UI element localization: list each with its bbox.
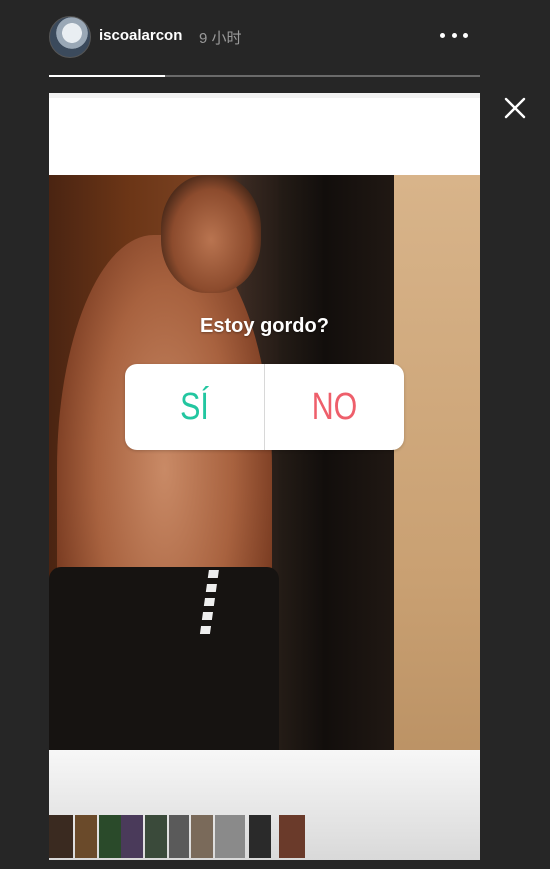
story-progress-track [49, 75, 480, 77]
story-frame[interactable]: Estoy gordo? SÍ NO [49, 93, 480, 860]
thumbnail-item[interactable] [279, 815, 305, 858]
thumbnail-item[interactable] [49, 815, 73, 858]
story-progress-fill [49, 75, 166, 77]
dot [440, 32, 445, 38]
timestamp: 9 小时 [199, 30, 242, 47]
poll-option-yes[interactable]: SÍ [139, 364, 250, 450]
photo-wall [379, 175, 480, 850]
dot [463, 32, 468, 38]
thumbnail-item[interactable] [249, 815, 271, 858]
story-header: iscoalarcon 9 小时 [49, 14, 480, 58]
thumbnail-item[interactable] [169, 815, 189, 858]
thumbnail-item[interactable] [121, 815, 143, 858]
story-photo [49, 175, 480, 850]
thumbnail-item[interactable] [191, 815, 213, 858]
photo-person-head [161, 175, 261, 293]
more-options-icon[interactable] [440, 26, 468, 44]
close-button[interactable] [503, 96, 527, 120]
poll-option-no[interactable]: NO [279, 364, 390, 450]
close-icon [504, 97, 526, 119]
thumbnail-strip [49, 815, 480, 860]
avatar[interactable] [49, 16, 91, 58]
username[interactable]: iscoalarcon [99, 27, 182, 44]
poll-sticker: SÍ NO [125, 364, 404, 450]
thumbnail-item[interactable] [145, 815, 167, 858]
thumbnail-item[interactable] [75, 815, 97, 858]
story-topbar [49, 93, 480, 98]
story-viewer: iscoalarcon 9 小时 Estoy gordo? SÍ NO [0, 0, 550, 869]
photo-doorframe [279, 175, 394, 850]
poll-question: Estoy gordo? [200, 315, 329, 337]
dot [451, 32, 457, 38]
thumbnail-item[interactable] [99, 815, 121, 858]
thumbnail-item[interactable] [215, 815, 245, 858]
poll-divider [264, 364, 265, 450]
photo-shorts [49, 567, 279, 752]
